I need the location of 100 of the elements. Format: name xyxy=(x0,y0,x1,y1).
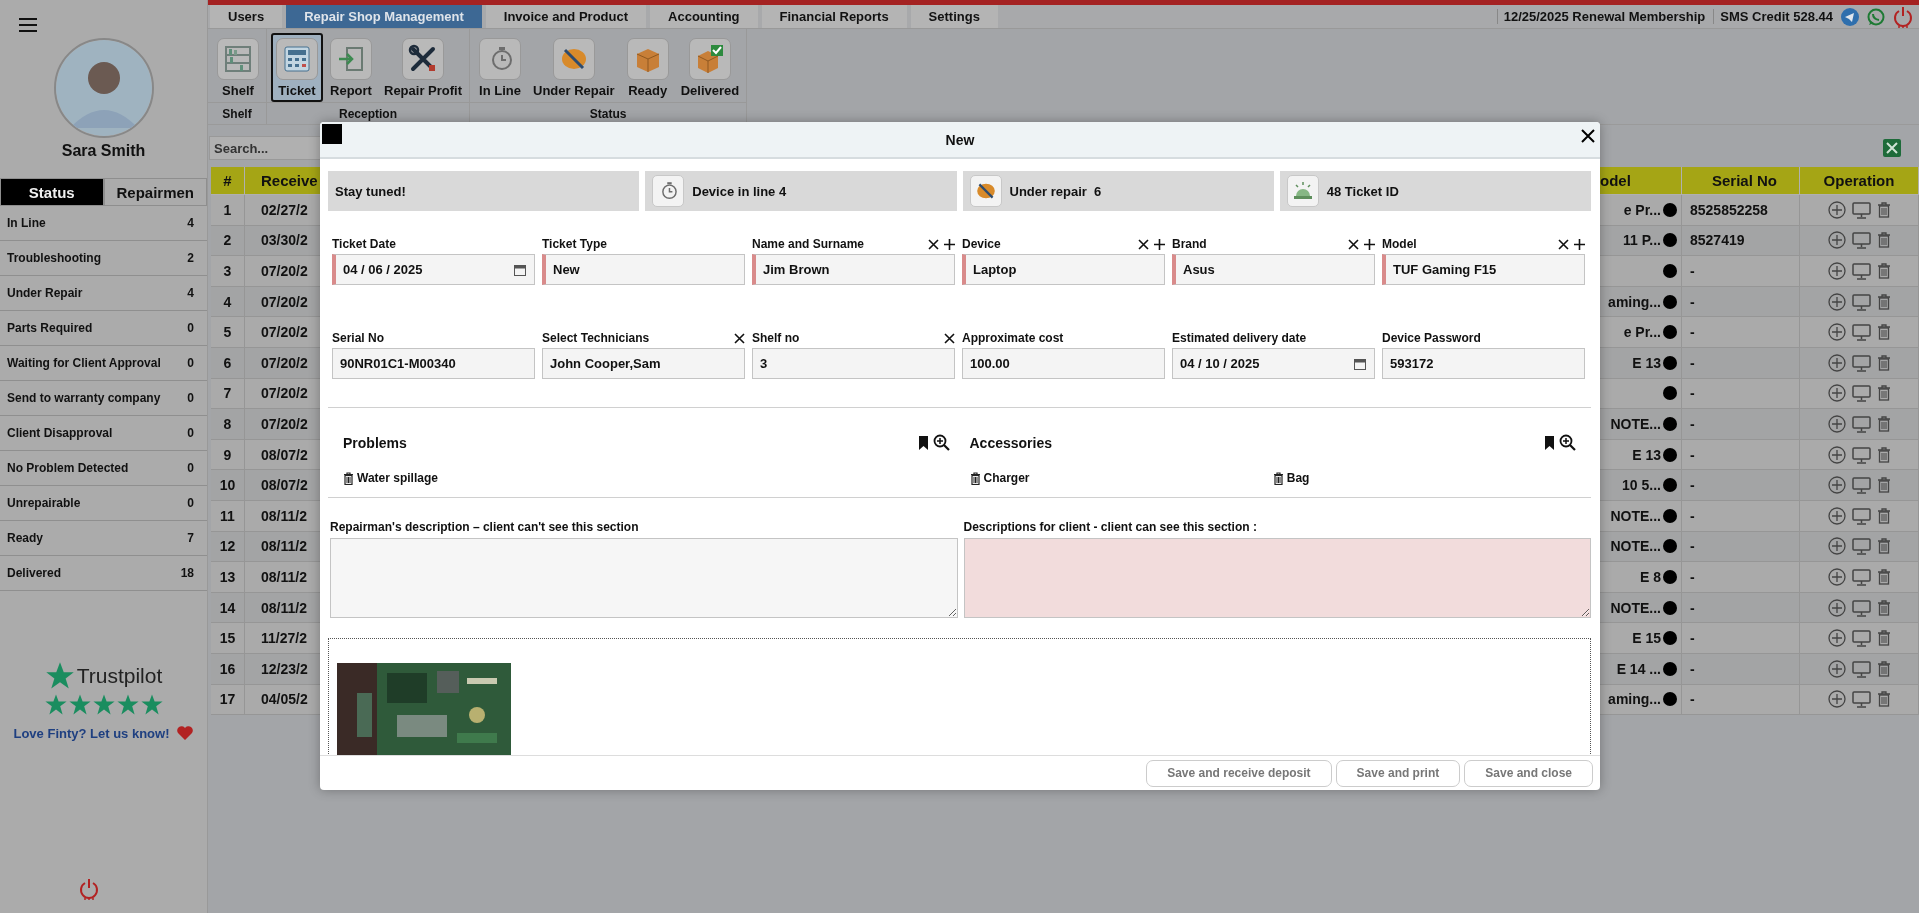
save-button[interactable]: Save and close xyxy=(1464,759,1593,787)
toolbar-button[interactable]: Report xyxy=(325,33,377,102)
toolbar-button[interactable]: Delivered xyxy=(675,33,745,102)
date-field[interactable]: 04 / 10 / 2025 xyxy=(1172,348,1375,379)
toolbar-button[interactable]: Ticket xyxy=(271,33,323,102)
save-button[interactable]: Save and receive deposit xyxy=(1146,759,1332,787)
status-item[interactable]: Troubleshooting 2 xyxy=(0,241,207,276)
status-item[interactable]: Client Disapproval 0 xyxy=(0,416,207,451)
add-icon[interactable] xyxy=(1827,200,1846,219)
clear-icon[interactable] xyxy=(928,238,939,250)
menu-tab[interactable]: Invoice and Product xyxy=(485,5,647,28)
paper-plane-icon[interactable] xyxy=(1841,7,1859,26)
menu-tab[interactable]: Accounting xyxy=(650,5,758,28)
add-icon[interactable] xyxy=(1827,537,1846,556)
input-field[interactable]: John Cooper,Sam xyxy=(542,348,745,379)
clear-icon[interactable] xyxy=(734,332,745,344)
add-icon[interactable] xyxy=(1827,567,1846,586)
monitor-icon[interactable] xyxy=(1851,567,1871,586)
add-icon[interactable] xyxy=(1827,384,1846,403)
monitor-icon[interactable] xyxy=(1851,353,1871,372)
status-item[interactable]: Waiting for Client Approval 0 xyxy=(0,346,207,381)
toolbar-button[interactable]: Shelf xyxy=(212,33,264,102)
monitor-icon[interactable] xyxy=(1851,506,1871,525)
toolbar-button[interactable]: Ready xyxy=(621,33,674,102)
bookmark-icon[interactable] xyxy=(1544,435,1555,450)
zoom-in-icon[interactable] xyxy=(1559,434,1576,451)
plus-icon[interactable] xyxy=(944,238,955,250)
input-field[interactable]: 3 xyxy=(752,348,955,379)
status-item[interactable]: No Problem Detected 0 xyxy=(0,451,207,486)
close-icon[interactable] xyxy=(1580,128,1596,144)
monitor-icon[interactable] xyxy=(1851,690,1871,709)
add-icon[interactable] xyxy=(1827,690,1846,709)
monitor-icon[interactable] xyxy=(1851,200,1871,219)
column-header[interactable]: # xyxy=(211,167,245,195)
input-field[interactable]: 100.00 xyxy=(962,348,1165,379)
add-icon[interactable] xyxy=(1827,598,1846,617)
power-icon[interactable] xyxy=(78,877,99,901)
toolbar-button[interactable]: In Line xyxy=(474,33,526,102)
monitor-icon[interactable] xyxy=(1851,414,1871,433)
menu-icon[interactable] xyxy=(19,18,37,32)
clear-icon[interactable] xyxy=(944,332,955,344)
monitor-icon[interactable] xyxy=(1851,323,1871,342)
trash-icon[interactable] xyxy=(1272,471,1284,485)
plus-icon[interactable] xyxy=(1364,238,1375,250)
column-header[interactable]: odel xyxy=(1600,167,1682,195)
sidebar-tab[interactable]: Repairmen xyxy=(103,178,207,206)
menu-tab[interactable]: Settings xyxy=(910,5,998,28)
clear-icon[interactable] xyxy=(1138,238,1149,250)
add-icon[interactable] xyxy=(1827,414,1846,433)
input-field[interactable]: Jim Brown xyxy=(752,254,955,285)
menu-tab[interactable]: Users xyxy=(210,5,283,28)
monitor-icon[interactable] xyxy=(1851,445,1871,464)
status-item[interactable]: Ready 7 xyxy=(0,521,207,556)
add-icon[interactable] xyxy=(1827,476,1846,495)
column-header[interactable]: Serial No xyxy=(1682,167,1800,195)
status-item[interactable]: Delivered 18 xyxy=(0,556,207,591)
status-item[interactable]: Parts Required 0 xyxy=(0,311,207,346)
save-button[interactable]: Save and print xyxy=(1335,759,1461,787)
status-item[interactable]: In Line 4 xyxy=(0,206,207,241)
monitor-icon[interactable] xyxy=(1851,629,1871,648)
menu-tab[interactable]: Repair Shop Management xyxy=(286,5,482,28)
monitor-icon[interactable] xyxy=(1851,262,1871,280)
add-icon[interactable] xyxy=(1827,231,1846,250)
menu-tab[interactable]: Financial Reports xyxy=(761,5,907,28)
add-icon[interactable] xyxy=(1827,506,1846,525)
input-field[interactable]: New xyxy=(542,254,745,285)
plus-icon[interactable] xyxy=(1154,238,1165,250)
add-icon[interactable] xyxy=(1827,292,1846,311)
input-field[interactable]: 593172 xyxy=(1382,348,1585,379)
calendar-icon[interactable] xyxy=(1354,357,1366,370)
date-field[interactable]: 04 / 06 / 2025 xyxy=(332,254,535,285)
plus-icon[interactable] xyxy=(1574,238,1585,250)
column-header[interactable]: Operation xyxy=(1800,167,1919,195)
add-icon[interactable] xyxy=(1827,262,1846,280)
input-field[interactable]: 90NR01C1-M00340 xyxy=(332,348,535,379)
monitor-icon[interactable] xyxy=(1851,659,1871,678)
monitor-icon[interactable] xyxy=(1851,384,1871,403)
clear-icon[interactable] xyxy=(1348,238,1359,250)
monitor-icon[interactable] xyxy=(1851,231,1871,250)
calendar-icon[interactable] xyxy=(514,263,526,276)
feedback-link[interactable]: Love Finty? Let us know! xyxy=(13,725,170,741)
bookmark-icon[interactable] xyxy=(917,435,929,450)
phone-bubble-icon[interactable] xyxy=(1867,7,1885,26)
trash-icon[interactable] xyxy=(969,471,981,485)
add-icon[interactable] xyxy=(1827,659,1846,678)
monitor-icon[interactable] xyxy=(1851,537,1871,556)
input-field[interactable]: Laptop xyxy=(962,254,1165,285)
add-icon[interactable] xyxy=(1827,323,1846,342)
add-icon[interactable] xyxy=(1827,445,1846,464)
input-field[interactable]: TUF Gaming F15 xyxy=(1382,254,1585,285)
input-field[interactable]: Asus xyxy=(1172,254,1375,285)
monitor-icon[interactable] xyxy=(1851,476,1871,495)
toolbar-button[interactable]: Under Repair xyxy=(528,33,620,102)
add-icon[interactable] xyxy=(1827,353,1846,372)
clear-icon[interactable] xyxy=(1558,238,1569,250)
status-item[interactable]: Under Repair 4 xyxy=(0,276,207,311)
add-icon[interactable] xyxy=(1827,629,1846,648)
toolbar-button[interactable]: Repair Profit xyxy=(379,33,467,102)
power-icon[interactable] xyxy=(1893,4,1913,29)
trash-icon[interactable] xyxy=(343,471,354,485)
